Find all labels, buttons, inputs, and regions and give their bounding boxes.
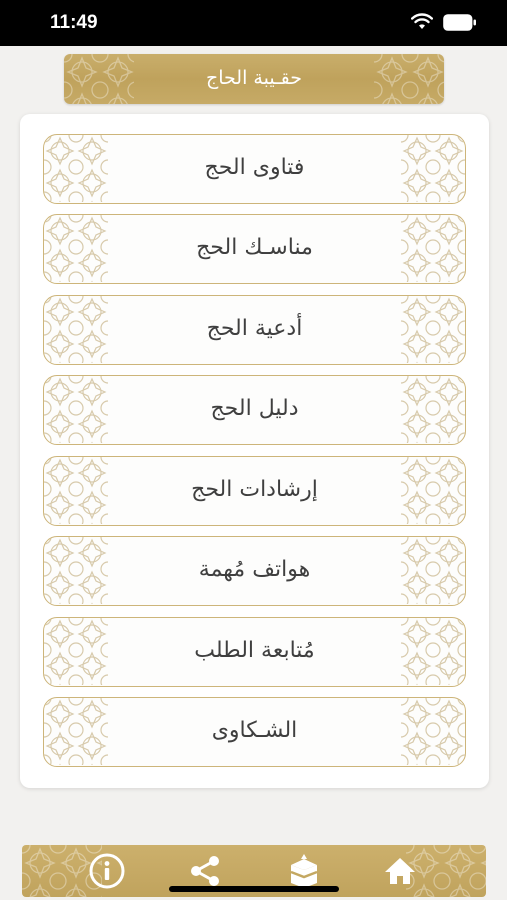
menu-item-label: مُتابعة الطلب xyxy=(194,638,315,663)
wifi-icon xyxy=(411,13,433,29)
page-title: حقـيبة الحاج xyxy=(205,67,302,89)
home-button[interactable] xyxy=(378,851,422,891)
menu-item-hajj-instructions[interactable]: إرشادات الحج xyxy=(43,456,466,526)
status-bar: 11:49 xyxy=(0,0,507,46)
status-time: 11:49 xyxy=(50,12,98,33)
info-button[interactable] xyxy=(85,851,129,891)
kaaba-button[interactable] xyxy=(282,851,326,891)
home-icon xyxy=(385,858,415,884)
menu-item-hajj-fatwas[interactable]: فتاوى الحج xyxy=(43,134,466,204)
battery-icon xyxy=(443,13,476,31)
menu-item-hajj-rituals[interactable]: مناسـك الحج xyxy=(43,214,466,284)
menu-item-label: مناسـك الحج xyxy=(196,235,313,260)
menu-item-track-request[interactable]: مُتابعة الطلب xyxy=(43,617,466,687)
menu-item-label: هواتف مُهمة xyxy=(198,557,311,582)
menu-item-label: أدعية الحج xyxy=(206,316,303,341)
menu-item-label: دليل الحج xyxy=(210,396,299,421)
menu-item-complaints[interactable]: الشـكاوى xyxy=(43,697,466,767)
kaaba-icon xyxy=(290,854,318,888)
header-banner: حقـيبة الحاج xyxy=(64,54,444,104)
menu-item-label: الشـكاوى xyxy=(211,718,298,743)
share-icon xyxy=(191,856,219,886)
menu-item-label: إرشادات الحج xyxy=(191,477,318,502)
share-button[interactable] xyxy=(183,851,227,891)
menu-item-hajj-guide[interactable]: دليل الحج xyxy=(43,375,466,445)
menu-card: فتاوى الحج مناسـك الحج أدعية الحج دليل ا… xyxy=(20,114,489,788)
menu-item-label: فتاوى الحج xyxy=(204,155,305,180)
info-icon xyxy=(89,853,125,889)
home-indicator xyxy=(169,886,339,892)
menu-item-hajj-prayers[interactable]: أدعية الحج xyxy=(43,295,466,365)
status-icons xyxy=(411,13,477,31)
menu-item-important-phones[interactable]: هواتف مُهمة xyxy=(43,536,466,606)
